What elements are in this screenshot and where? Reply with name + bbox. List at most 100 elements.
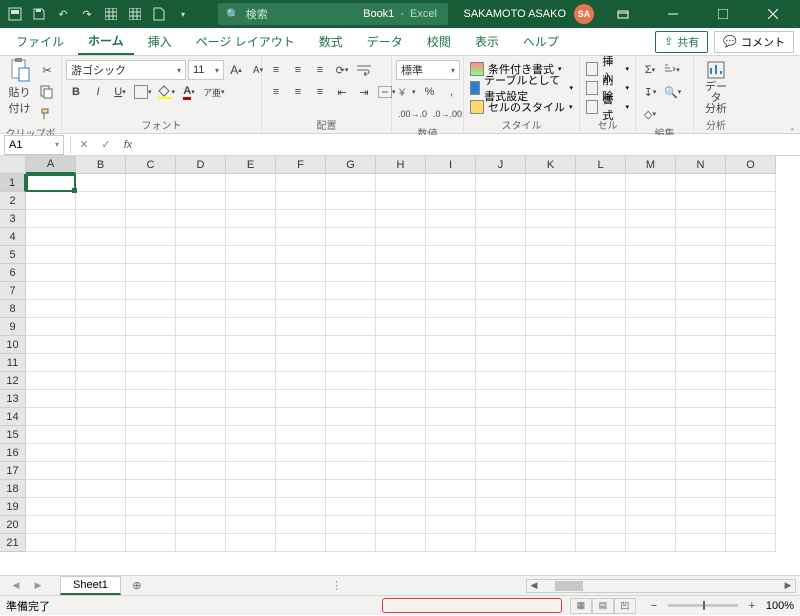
tab-formulas[interactable]: 数式: [309, 29, 353, 54]
row-header[interactable]: 1: [0, 174, 26, 192]
cell[interactable]: [26, 426, 76, 444]
cell[interactable]: [426, 480, 476, 498]
cell[interactable]: [576, 480, 626, 498]
zoom-slider[interactable]: [668, 604, 738, 607]
cell[interactable]: [276, 336, 326, 354]
cell[interactable]: [726, 444, 776, 462]
cell[interactable]: [676, 192, 726, 210]
cell[interactable]: [376, 264, 426, 282]
cell[interactable]: [726, 264, 776, 282]
cell[interactable]: [226, 372, 276, 390]
cell[interactable]: [576, 282, 626, 300]
cell[interactable]: [226, 462, 276, 480]
cell[interactable]: [276, 318, 326, 336]
cell[interactable]: [126, 210, 176, 228]
cell[interactable]: [476, 408, 526, 426]
cell[interactable]: [676, 498, 726, 516]
cell[interactable]: [626, 264, 676, 282]
cell[interactable]: [426, 354, 476, 372]
cell[interactable]: [626, 174, 676, 192]
minimize-button[interactable]: [652, 0, 694, 28]
cell[interactable]: [276, 444, 326, 462]
cell[interactable]: [26, 246, 76, 264]
cell[interactable]: [576, 318, 626, 336]
cell[interactable]: [676, 300, 726, 318]
cell[interactable]: [476, 480, 526, 498]
cell[interactable]: [476, 264, 526, 282]
tab-layout[interactable]: ページ レイアウト: [186, 29, 305, 54]
cell[interactable]: [676, 210, 726, 228]
cell[interactable]: [426, 462, 476, 480]
cell[interactable]: [426, 228, 476, 246]
cell[interactable]: [476, 426, 526, 444]
cell[interactable]: [176, 444, 226, 462]
cell[interactable]: [576, 246, 626, 264]
qat-grid2-icon[interactable]: [124, 3, 146, 25]
cell[interactable]: [76, 516, 126, 534]
orientation-icon[interactable]: ⟳▾: [332, 60, 352, 80]
cell[interactable]: [426, 390, 476, 408]
cell[interactable]: [726, 354, 776, 372]
view-layout-icon[interactable]: ▤: [592, 598, 614, 614]
cell[interactable]: [326, 192, 376, 210]
cell[interactable]: [176, 300, 226, 318]
row-header[interactable]: 8: [0, 300, 26, 318]
cell[interactable]: [226, 192, 276, 210]
cell[interactable]: [76, 462, 126, 480]
cell[interactable]: [426, 210, 476, 228]
cell[interactable]: [526, 174, 576, 192]
cell[interactable]: [726, 480, 776, 498]
cell[interactable]: [26, 174, 76, 192]
cell[interactable]: [76, 408, 126, 426]
cell[interactable]: [626, 390, 676, 408]
cell[interactable]: [76, 480, 126, 498]
maximize-button[interactable]: [702, 0, 744, 28]
cell[interactable]: [326, 534, 376, 552]
cell[interactable]: [726, 300, 776, 318]
cell[interactable]: [76, 372, 126, 390]
row-header[interactable]: 12: [0, 372, 26, 390]
paste-button[interactable]: 貼り付け: [4, 60, 35, 114]
cell[interactable]: [376, 462, 426, 480]
collapse-ribbon-icon[interactable]: ˆ: [791, 128, 794, 139]
cell[interactable]: [176, 228, 226, 246]
row-header[interactable]: 5: [0, 246, 26, 264]
cell[interactable]: [26, 228, 76, 246]
cell[interactable]: [326, 516, 376, 534]
cell[interactable]: [626, 228, 676, 246]
cell[interactable]: [426, 300, 476, 318]
cell[interactable]: [226, 174, 276, 192]
align-top-icon[interactable]: ≡: [266, 60, 286, 80]
comma-format-icon[interactable]: ,: [442, 82, 462, 102]
cell[interactable]: [26, 282, 76, 300]
cell[interactable]: [226, 408, 276, 426]
col-header[interactable]: C: [126, 156, 176, 174]
cell[interactable]: [76, 246, 126, 264]
col-header[interactable]: K: [526, 156, 576, 174]
cell[interactable]: [76, 390, 126, 408]
cell[interactable]: [126, 354, 176, 372]
increase-font-icon[interactable]: A▴: [226, 60, 246, 80]
cell[interactable]: [326, 282, 376, 300]
view-pagebreak-icon[interactable]: 凹: [614, 598, 636, 614]
cell[interactable]: [76, 318, 126, 336]
cell[interactable]: [476, 462, 526, 480]
cell[interactable]: [226, 318, 276, 336]
cell[interactable]: [76, 498, 126, 516]
cell[interactable]: [126, 516, 176, 534]
fill-color-button[interactable]: ▾: [156, 82, 178, 102]
cell[interactable]: [126, 264, 176, 282]
cell[interactable]: [676, 426, 726, 444]
cell[interactable]: [676, 390, 726, 408]
cancel-formula-icon[interactable]: ✕: [73, 135, 95, 155]
cell[interactable]: [376, 228, 426, 246]
cell[interactable]: [226, 264, 276, 282]
row-header[interactable]: 13: [0, 390, 26, 408]
cell[interactable]: [476, 192, 526, 210]
row-header[interactable]: 21: [0, 534, 26, 552]
cell[interactable]: [276, 300, 326, 318]
sheet-prev-icon[interactable]: ◀: [6, 576, 26, 596]
cell[interactable]: [726, 372, 776, 390]
cell[interactable]: [576, 336, 626, 354]
cell[interactable]: [626, 354, 676, 372]
